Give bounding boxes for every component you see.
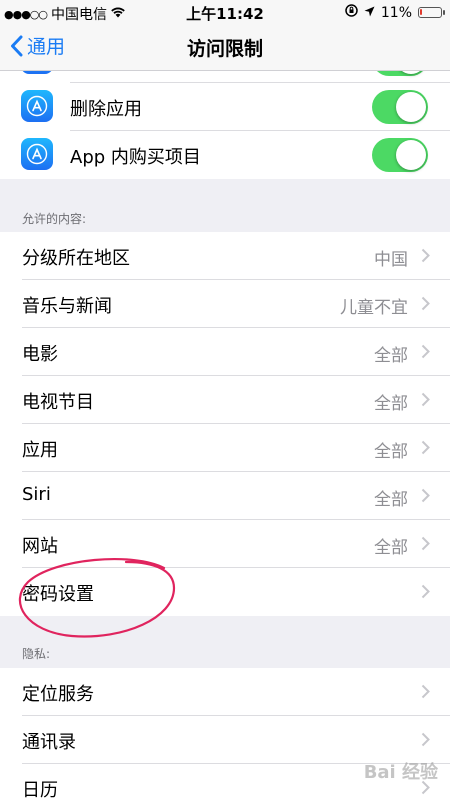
- list-item-siri[interactable]: Siri 全部: [0, 472, 450, 520]
- row-value: 全部: [374, 442, 408, 462]
- row-value: 全部: [374, 538, 408, 558]
- location-arrow-icon: [364, 5, 375, 21]
- toggle-switch[interactable]: [372, 71, 428, 76]
- row-label: 电影: [22, 344, 58, 365]
- list-item-contacts[interactable]: 通讯录: [0, 716, 450, 764]
- page-title: 访问限制: [186, 38, 263, 60]
- row-value: 全部: [374, 394, 408, 414]
- chevron-right-icon: [421, 488, 430, 503]
- app-toggles-group: 删除应用 App 内购买项目: [0, 71, 450, 179]
- in-app-purchases-label: App 内购买项目: [70, 147, 201, 168]
- list-item-location-services[interactable]: 定位服务: [0, 668, 450, 716]
- row-label: 电视节目: [22, 392, 94, 413]
- app-store-icon: [21, 138, 53, 170]
- toggle-knob: [396, 92, 426, 122]
- list-item-music-news[interactable]: 音乐与新闻 儿童不宜: [0, 280, 450, 328]
- row-label: 音乐与新闻: [22, 296, 112, 317]
- row-label: 密码设置: [22, 584, 94, 605]
- allowed-content-group: 分级所在地区 中国 音乐与新闻 儿童不宜 电影 全部 电视节目 全部 应用 全部…: [0, 232, 450, 616]
- chevron-right-icon: [421, 536, 430, 551]
- chevron-right-icon: [421, 344, 430, 359]
- row-value: 全部: [374, 490, 408, 510]
- privacy-header: 隐私:: [22, 647, 51, 661]
- allowed-content-header: 允许的内容:: [22, 212, 87, 226]
- watermark: Bai 经验: [363, 762, 438, 783]
- chevron-right-icon: [421, 440, 430, 455]
- list-item-clipped: [0, 71, 450, 83]
- chevron-right-icon: [421, 684, 430, 699]
- list-item-movies[interactable]: 电影 全部: [0, 328, 450, 376]
- row-value: 全部: [374, 346, 408, 366]
- battery-level-fill: [420, 9, 422, 15]
- row-value: 儿童不宜: [340, 298, 408, 318]
- row-label: 定位服务: [22, 684, 94, 705]
- rotation-lock-icon: [345, 4, 358, 21]
- list-item-password-settings[interactable]: 密码设置: [0, 568, 450, 616]
- app-store-icon: [21, 90, 53, 122]
- list-item-tv-shows[interactable]: 电视节目 全部: [0, 376, 450, 424]
- status-right: 11%: [345, 4, 445, 21]
- list-item-websites[interactable]: 网站 全部: [0, 520, 450, 568]
- row-label: 分级所在地区: [22, 248, 130, 269]
- row-value: 中国: [374, 250, 408, 270]
- in-app-purchases-toggle[interactable]: [372, 138, 428, 172]
- row-label: Siri: [22, 484, 51, 505]
- battery-icon: [418, 7, 445, 18]
- row-label: 网站: [22, 536, 58, 557]
- chevron-right-icon: [421, 248, 430, 263]
- row-label: 通讯录: [22, 732, 76, 753]
- toggle-knob: [396, 71, 426, 74]
- list-item-in-app-purchases: App 内购买项目: [0, 131, 450, 179]
- chevron-right-icon: [421, 732, 430, 747]
- list-item-delete-apps: 删除应用: [0, 83, 450, 131]
- list-item-rating-region[interactable]: 分级所在地区 中国: [0, 232, 450, 280]
- chevron-right-icon: [421, 584, 430, 599]
- toggle-knob: [396, 140, 426, 170]
- status-bar: ●●●○○ 中国电信 上午11:42 11%: [0, 0, 450, 24]
- chevron-right-icon: [421, 296, 430, 311]
- row-label: 日历: [22, 780, 58, 800]
- battery-percent: 11%: [380, 4, 412, 21]
- app-store-icon: [21, 71, 53, 74]
- delete-apps-toggle[interactable]: [372, 90, 428, 124]
- navigation-bar: 通用 访问限制: [0, 24, 450, 71]
- chevron-right-icon: [421, 392, 430, 407]
- list-item-apps[interactable]: 应用 全部: [0, 424, 450, 472]
- row-label: 应用: [22, 440, 58, 461]
- delete-apps-label: 删除应用: [70, 99, 142, 120]
